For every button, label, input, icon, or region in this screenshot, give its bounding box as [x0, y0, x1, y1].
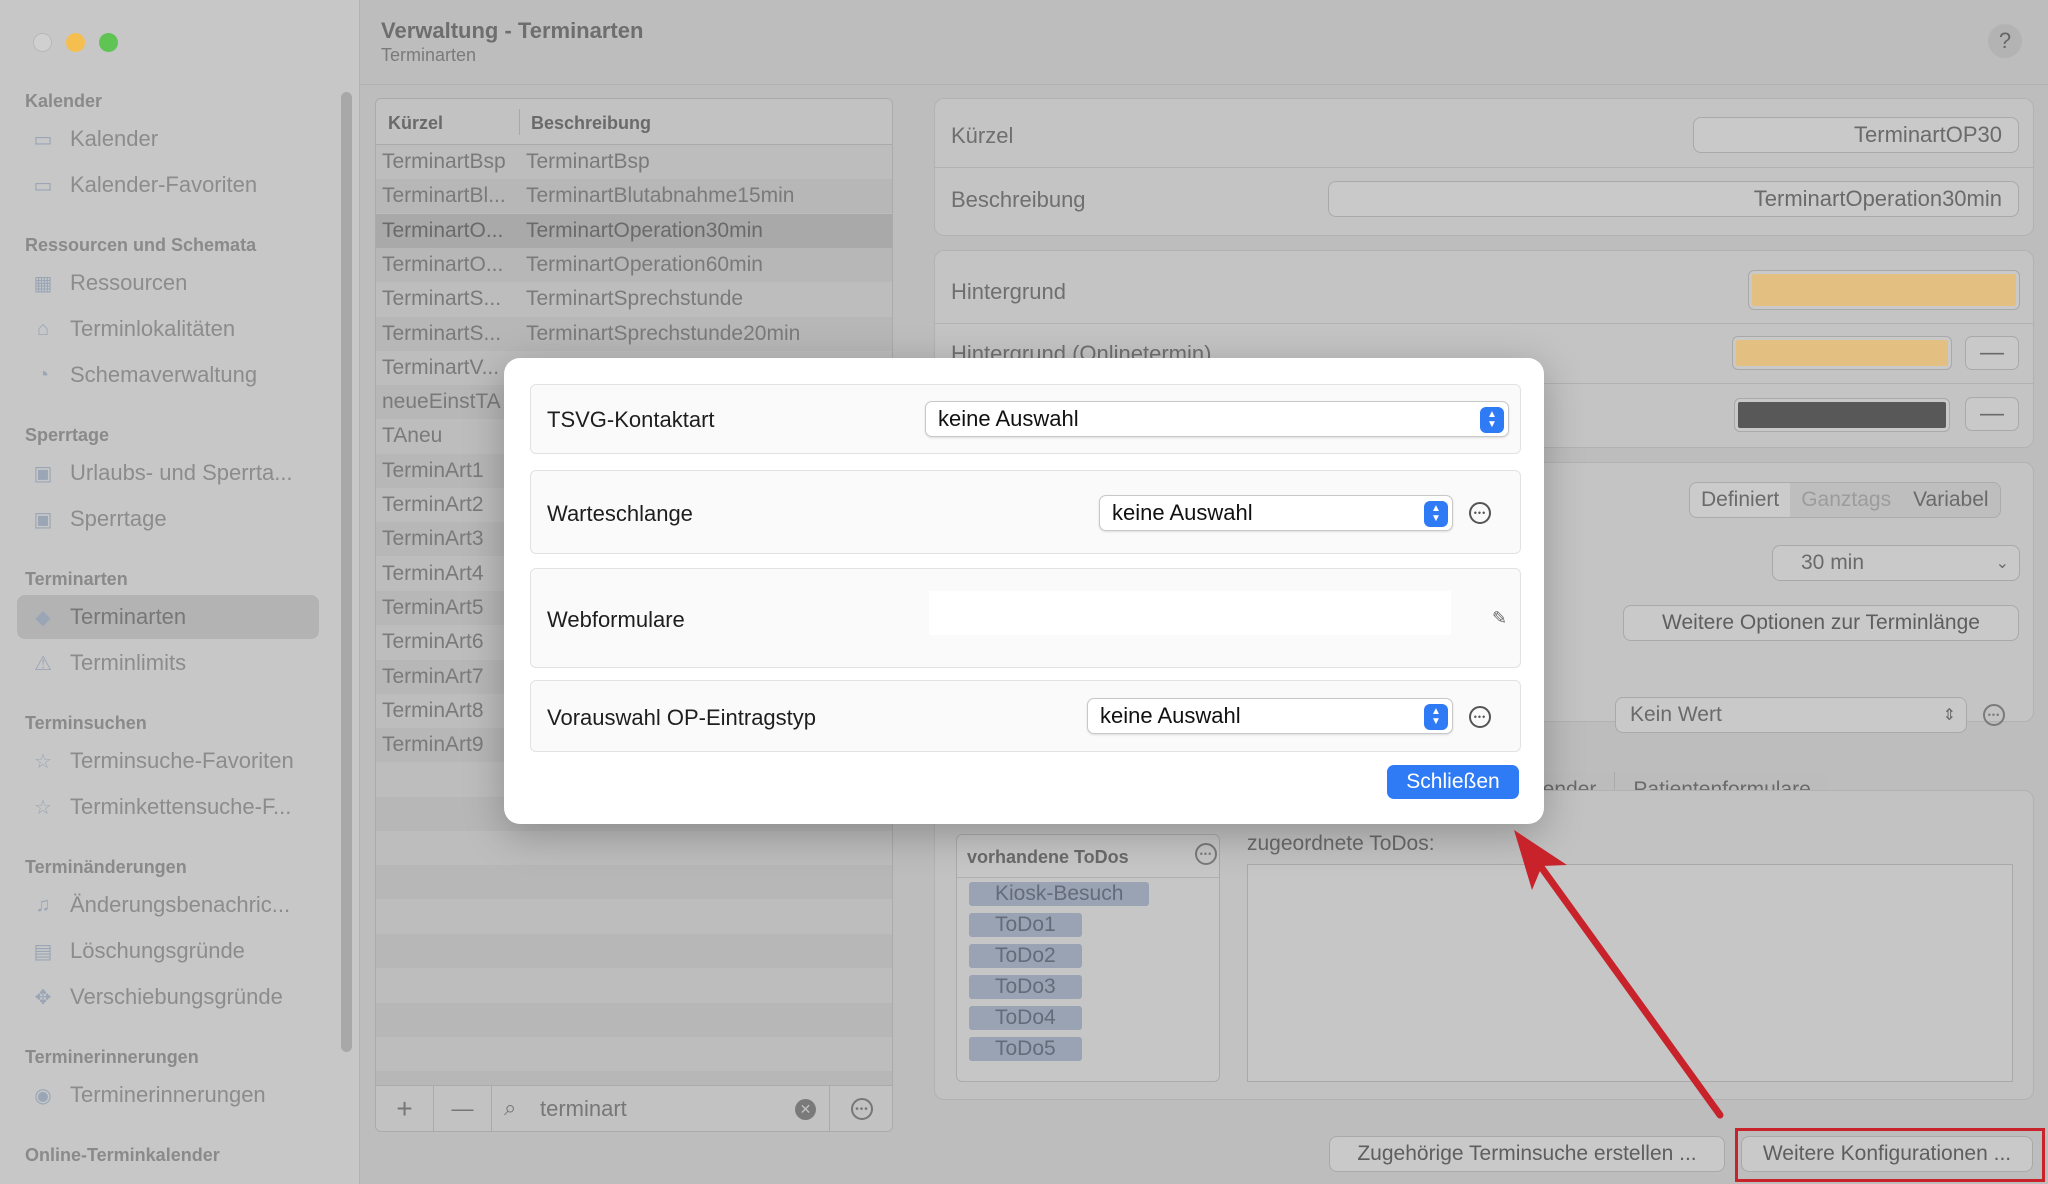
annotation-arrow: [1514, 830, 1724, 1119]
